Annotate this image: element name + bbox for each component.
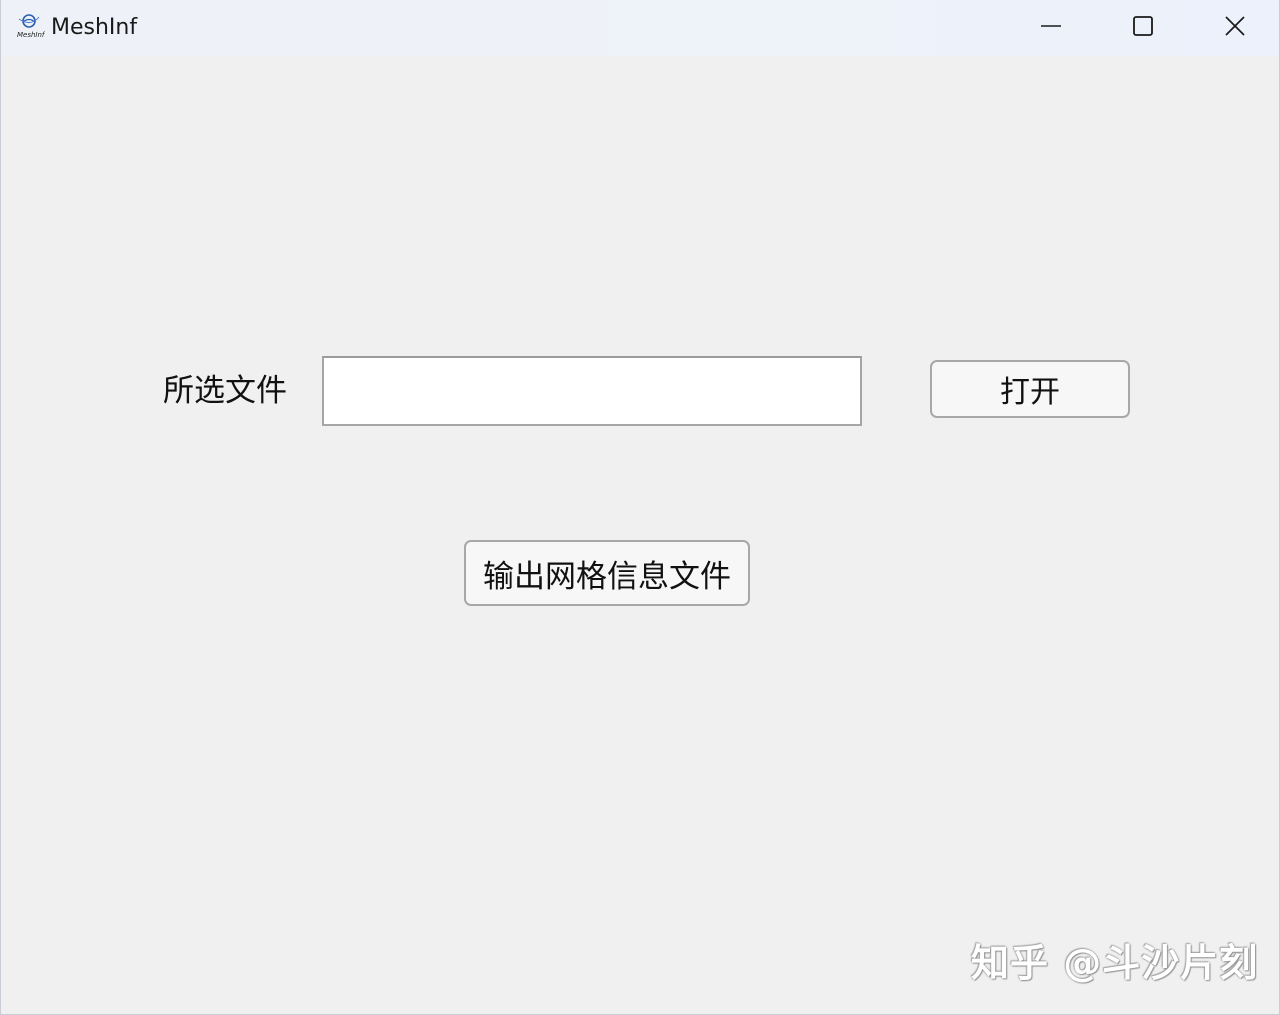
minimize-icon bbox=[1040, 15, 1062, 41]
minimize-button[interactable] bbox=[1005, 0, 1097, 56]
window-title: MeshInf bbox=[51, 15, 138, 40]
maximize-button[interactable] bbox=[1097, 0, 1189, 56]
close-button[interactable] bbox=[1189, 0, 1279, 56]
open-button[interactable]: 打开 bbox=[930, 360, 1130, 418]
close-icon bbox=[1224, 15, 1246, 41]
maximize-icon bbox=[1132, 15, 1154, 41]
watermark: 知乎 @斗沙片刻 bbox=[971, 941, 1259, 985]
title-bar[interactable]: MeshInf MeshInf bbox=[1, 0, 1279, 56]
selected-file-input[interactable] bbox=[322, 356, 862, 426]
export-mesh-info-button[interactable]: 输出网格信息文件 bbox=[464, 540, 750, 606]
app-window: MeshInf MeshInf 所选文件 打开 输出网格信息文件 知乎 @斗沙片… bbox=[0, 0, 1280, 1015]
app-logo-text: MeshInf bbox=[17, 31, 45, 39]
selected-file-label: 所选文件 bbox=[163, 373, 287, 409]
app-logo-icon: MeshInf bbox=[17, 13, 46, 39]
